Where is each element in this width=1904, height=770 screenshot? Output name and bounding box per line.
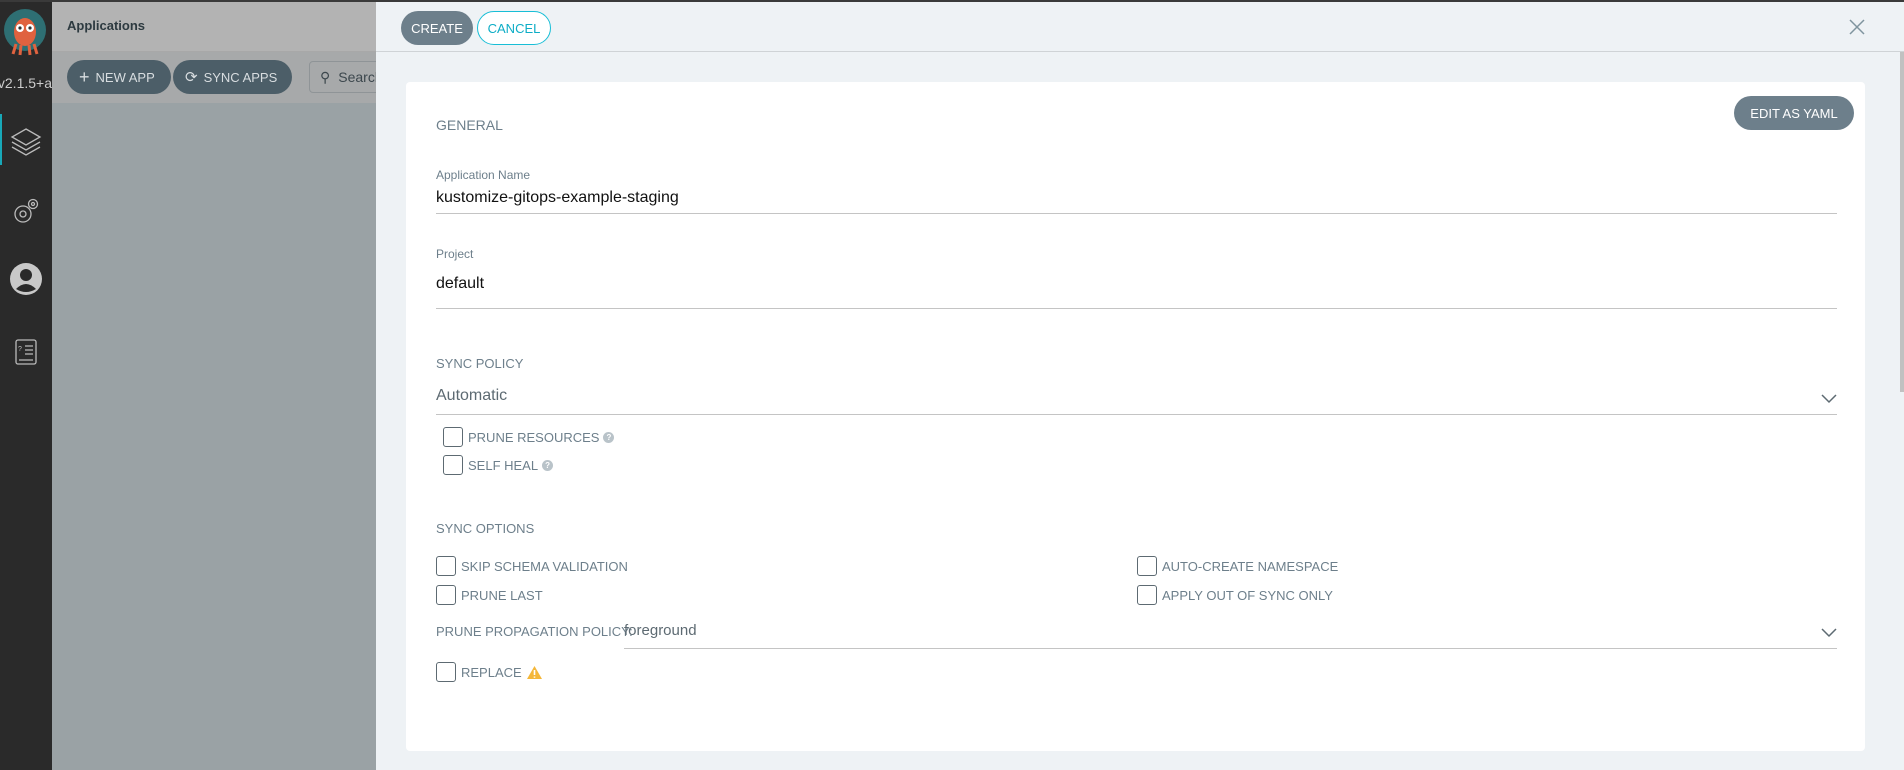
applications-header: Applications [52,2,376,52]
create-button[interactable]: CREATE [401,11,473,45]
general-section-title: GENERAL [436,117,503,133]
sync-policy-title: SYNC POLICY [436,356,524,371]
cancel-button[interactable]: CANCEL [477,11,551,45]
svg-text:?: ? [18,346,22,353]
apply-out-of-sync-only-checkbox[interactable] [1137,585,1157,605]
self-heal-checkbox[interactable] [443,455,463,475]
window-top-border [0,0,1904,2]
sync-policy-underline [436,414,1837,415]
user-icon[interactable] [6,259,46,299]
prune-resources-text: PRUNE RESOURCES [468,430,600,445]
form-card: EDIT AS YAML GENERAL Application Name ku… [406,82,1865,751]
replace-checkbox[interactable] [436,662,456,682]
create-app-panel: CREATE CANCEL EDIT AS YAML GENERAL Appli… [376,2,1904,770]
edit-as-yaml-button[interactable]: EDIT AS YAML [1734,96,1854,130]
prune-last-label: PRUNE LAST [461,588,543,603]
chevron-down-icon [1821,394,1837,404]
self-heal-label: SELF HEAL? [468,458,554,473]
sync-policy-select[interactable]: Automatic [436,382,1837,414]
project-underline [436,308,1837,309]
warning-icon[interactable] [526,665,543,680]
sidebar: v2.1.5+a ? [0,0,52,770]
help-icon[interactable]: ? [603,432,615,443]
project-value: default [436,275,485,292]
prune-propagation-label: PRUNE PROPAGATION POLICY: [436,624,633,639]
auto-create-namespace-checkbox[interactable] [1137,556,1157,576]
project-label: Project [436,247,474,261]
prune-propagation-value: foreground [624,622,697,639]
layers-icon[interactable] [6,121,46,161]
skip-schema-validation-checkbox[interactable] [436,556,456,576]
prune-last-checkbox[interactable] [436,585,456,605]
sync-icon: ⟳ [185,69,198,86]
sync-apps-label: SYNC APPS [203,69,278,85]
app-name-input[interactable]: kustomize-gitops-example-staging [436,184,1837,214]
self-heal-text: SELF HEAL [468,458,539,473]
gear-icon[interactable] [6,191,46,231]
prune-propagation-select[interactable]: foreground [624,615,1837,649]
prune-resources-label: PRUNE RESOURCES? [468,430,615,445]
close-icon[interactable] [1848,18,1866,36]
app-name-label: Application Name [436,168,531,182]
plus-icon: + [79,66,90,87]
sync-options-title: SYNC OPTIONS [436,521,535,536]
version-label: v2.1.5+a [0,75,52,91]
help-icon[interactable]: ? [542,460,554,471]
replace-text: REPLACE [461,665,522,680]
argo-logo[interactable] [2,8,48,56]
search-icon: ⚲ [320,68,331,85]
prune-resources-checkbox[interactable] [443,427,463,447]
app-name-underline [436,213,1837,214]
replace-label: REPLACE [461,665,543,680]
panel-header: CREATE CANCEL [376,2,1904,52]
scrollbar[interactable] [1900,52,1904,392]
apply-out-of-sync-only-label: APPLY OUT OF SYNC ONLY [1162,588,1333,603]
chevron-down-icon [1821,628,1837,638]
app-name-value: kustomize-gitops-example-staging [436,189,679,206]
skip-schema-validation-label: SKIP SCHEMA VALIDATION [461,559,628,574]
active-indicator [0,114,2,165]
auto-create-namespace-label: AUTO-CREATE NAMESPACE [1162,559,1339,574]
project-input[interactable]: default [436,272,1837,302]
new-app-label: NEW APP [95,69,155,85]
page-title: Applications [67,18,146,33]
docs-icon[interactable]: ? [6,333,46,373]
applications-toolbar: + NEW APP ⟳ SYNC APPS ⚲ Search [52,52,389,103]
sync-apps-button[interactable]: ⟳ SYNC APPS [173,60,292,94]
sync-policy-value: Automatic [436,387,508,404]
new-app-button[interactable]: + NEW APP [67,60,171,94]
